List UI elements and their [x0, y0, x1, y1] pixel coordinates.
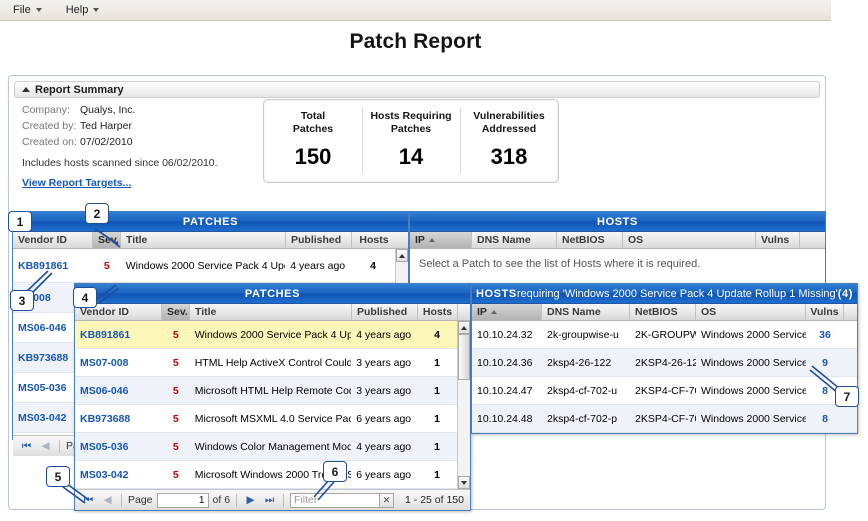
screenshot-root: File Help Patch Report Report Summary Co…: [0, 0, 868, 521]
callout-4: 4: [73, 287, 97, 308]
callout-leaders: [0, 0, 868, 521]
callout-2: 2: [85, 203, 109, 224]
callout-1: 1: [8, 211, 32, 232]
callout-3: 3: [10, 290, 34, 311]
callout-7: 7: [835, 386, 859, 407]
callout-5: 5: [46, 466, 70, 487]
callout-6: 6: [323, 461, 347, 482]
